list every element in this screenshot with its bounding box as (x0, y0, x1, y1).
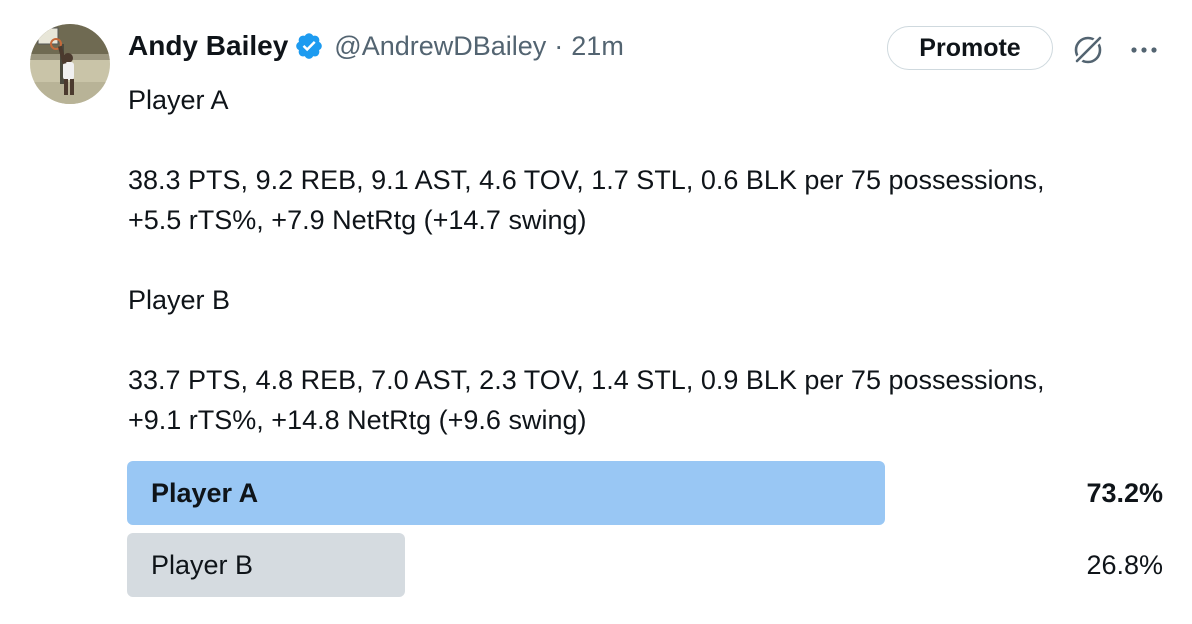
promote-button[interactable]: Promote (887, 26, 1053, 70)
separator-dot: · (554, 30, 564, 61)
grok-icon[interactable] (1070, 32, 1106, 68)
tweet-line: 38.3 PTS, 9.2 REB, 9.1 AST, 4.6 TOV, 1.7… (128, 165, 1045, 195)
tweet-line: 33.7 PTS, 4.8 REB, 7.0 AST, 2.3 TOV, 1.4… (128, 365, 1045, 395)
user-handle[interactable]: @AndrewDBailey (334, 31, 546, 62)
tweet-header: Andy Bailey @AndrewDBailey · 21m (128, 26, 624, 66)
tweet-line: +9.1 rTS%, +14.8 NetRtg (+9.6 swing) (128, 405, 587, 435)
tweet-line: +5.5 rTS%, +7.9 NetRtg (+14.7 swing) (128, 205, 587, 235)
poll-option-label: Player B (151, 550, 254, 580)
poll-option-percent: 73.2% (1086, 478, 1163, 508)
tweet-line: Player B (128, 285, 231, 315)
display-name[interactable]: Andy Bailey (128, 30, 288, 62)
basketball-player-avatar-icon (30, 24, 110, 104)
poll-option-percent: 26.8% (1086, 550, 1163, 580)
more-icon[interactable] (1126, 36, 1162, 64)
timestamp[interactable]: 21m (571, 31, 624, 62)
poll-option-player-b: Player B 26.8% (127, 533, 1163, 597)
verified-badge-icon[interactable] (294, 31, 324, 61)
poll-option-label: Player A (151, 478, 259, 508)
poll-option-player-a: Player A 73.2% (127, 461, 1163, 525)
poll: Player A 73.2% Player B 26.8% (127, 461, 1163, 605)
tweet-line: Player A (128, 85, 229, 115)
avatar[interactable] (30, 24, 110, 104)
tweet-text: Player A 38.3 PTS, 9.2 REB, 9.1 AST, 4.6… (128, 80, 1168, 440)
